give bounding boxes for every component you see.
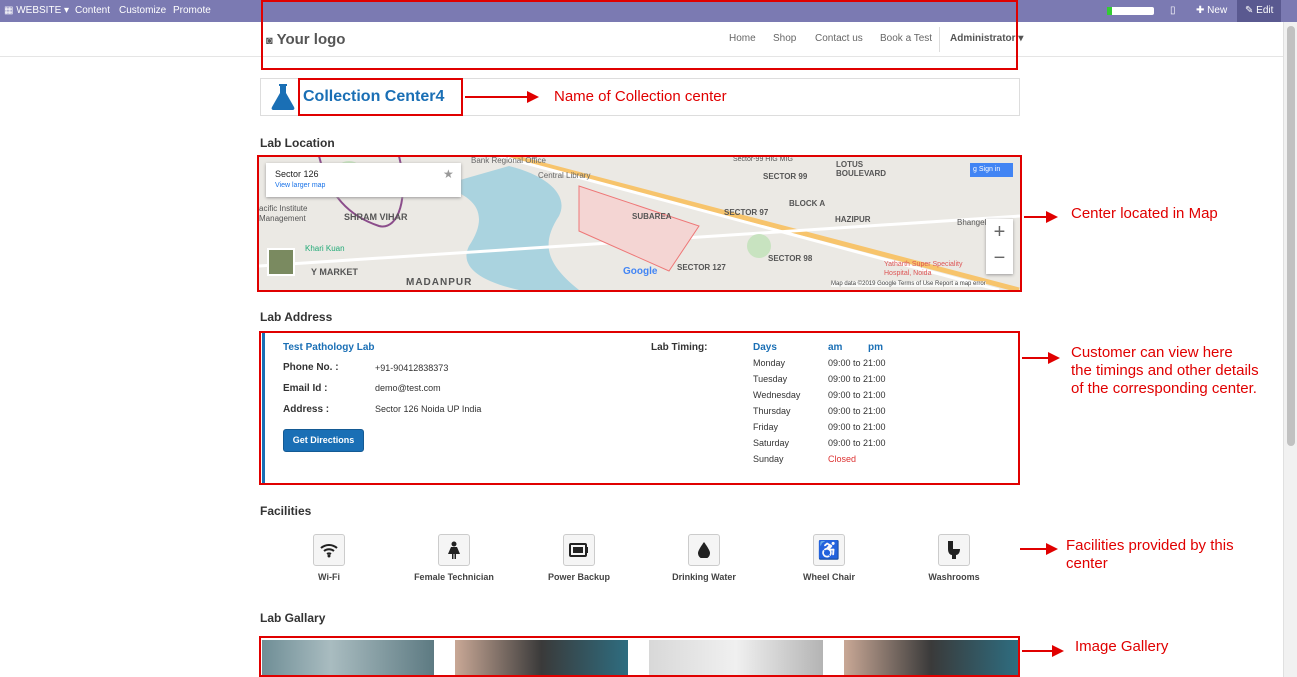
annotation-name: Name of Collection center [554,88,727,105]
toilet-icon [938,534,970,566]
annotation-arrow-map [1024,211,1058,223]
edit-button-label: Edit [1256,5,1274,16]
section-lab-gallery: Lab Gallary [260,611,326,625]
progress-fill [1107,7,1112,15]
progress-bar [1107,7,1154,15]
facility-label: Washrooms [928,572,980,582]
facility-item: Female Technician [394,534,514,582]
facility-item: Power Backup [519,534,639,582]
flask-icon [270,83,296,114]
facility-label: Power Backup [547,572,611,582]
customize-menu[interactable]: Customize [119,5,166,16]
section-lab-address: Lab Address [260,310,333,324]
facility-label: Wi-Fi [318,572,340,582]
wifi-icon [313,534,345,566]
annotation-box-name [298,78,463,116]
annotation-facilities-line1: Facilities provided by this [1066,537,1234,554]
female-icon [438,534,470,566]
annotation-arrow-facilities [1020,543,1058,555]
page-scrollbar[interactable] [1283,22,1297,677]
annotation-box-gallery [259,636,1020,677]
content-menu[interactable]: Content [75,5,110,16]
mobile-preview-icon[interactable]: ▯ [1170,5,1176,16]
section-lab-location: Lab Location [260,136,335,150]
annotation-box-facilities [261,0,1018,70]
annotation-facilities-line2: center [1066,555,1108,572]
annotation-arrow-address [1022,352,1060,364]
facility-item: Washrooms [894,534,1014,582]
facility-item: Drinking Water [644,534,764,582]
annotation-gallery: Image Gallery [1075,638,1169,655]
section-facilities: Facilities [260,504,312,518]
scrollbar-thumb[interactable] [1287,26,1295,446]
facility-item: ♿ Wheel Chair [769,534,889,582]
annotation-address-line3: of the corresponding center. [1071,380,1257,397]
facility-label: Female Technician [414,572,494,582]
website-menu-label: WEBSITE [16,5,62,16]
annotation-address-line1: Customer can view here [1071,344,1233,361]
new-button[interactable]: ✚ New [1196,5,1227,16]
annotation-map: Center located in Map [1071,205,1218,222]
edit-button[interactable]: ✎ Edit [1237,0,1282,22]
annotation-box-address [259,331,1020,485]
annotation-box-map [257,155,1022,292]
facility-label: Drinking Water [672,572,736,582]
new-button-label: New [1207,5,1228,16]
battery-icon [563,534,595,566]
facility-label: Wheel Chair [802,572,855,582]
annotation-arrow-gallery [1022,645,1064,657]
website-menu[interactable]: ▦ WEBSITE ▾ [4,5,69,16]
wheelchair-icon: ♿ [813,534,845,566]
promote-menu[interactable]: Promote [173,5,211,16]
annotation-arrow-name [465,91,539,103]
water-drop-icon [688,534,720,566]
annotation-address-line2: the timings and other details [1071,362,1259,379]
facility-item: Wi-Fi [269,534,389,582]
